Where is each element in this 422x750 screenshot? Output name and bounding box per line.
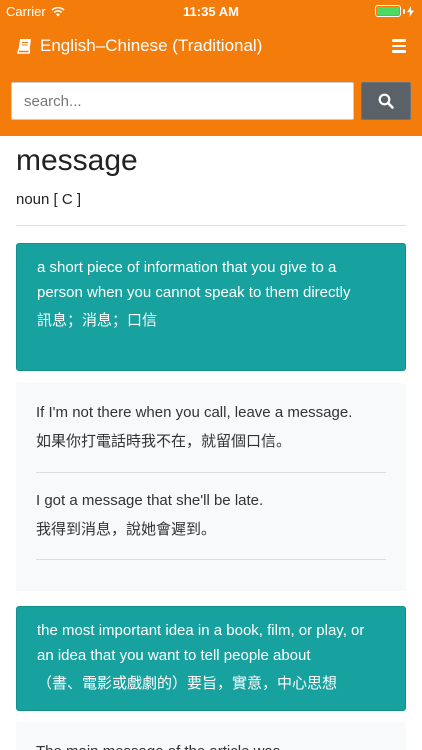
book-icon (17, 39, 31, 54)
example-chinese: 如果你打電話時我不在，就留個口信。 (36, 433, 292, 450)
search-icon (378, 93, 394, 109)
example-separator (36, 472, 386, 473)
definition-text: a short piece of information that you gi… (37, 259, 351, 301)
clock: 11:35 AM (183, 4, 239, 19)
definition-translation: 訊息；消息；口信 (37, 312, 158, 329)
battery-icon (375, 5, 414, 17)
example-english: The main message of the article was... (36, 742, 386, 750)
examples-block: If I'm not there when you call, leave a … (16, 383, 406, 591)
definition-box: a short piece of information that you gi… (16, 243, 406, 371)
charging-bolt-icon (407, 5, 414, 17)
definition-text: the most important idea in a book, film,… (37, 622, 365, 664)
example-english: I got a message that she'll be late. (36, 492, 264, 509)
headword: message (16, 144, 138, 177)
app-brand[interactable]: English–Chinese (Traditional) (16, 36, 262, 56)
example-separator (36, 559, 386, 560)
definition-translation: （書、電影或戲劇的）要旨，實意，中心思想 (37, 675, 338, 692)
navbar: English–Chinese (Traditional) (0, 24, 422, 70)
example: The main message of the article was... (36, 742, 386, 750)
part-of-speech: noun [ C ] (16, 191, 82, 208)
search-button[interactable] (361, 82, 411, 120)
example: If I'm not there when you call, leave a … (36, 403, 386, 452)
divider (16, 225, 406, 226)
menu-button[interactable] (392, 39, 406, 53)
status-bar: Carrier 11:35 AM (0, 0, 422, 24)
search-bar (0, 70, 422, 136)
definition-box: the most important idea in a book, film,… (16, 606, 406, 711)
example-chinese: 我得到消息，說她會遲到。 (36, 521, 217, 538)
examples-block: The main message of the article was... (16, 722, 406, 750)
app-title: English–Chinese (Traditional) (40, 36, 263, 55)
example-english: If I'm not there when you call, leave a … (36, 404, 353, 421)
search-input[interactable] (11, 82, 354, 120)
example: I got a message that she'll be late. 我得到… (36, 491, 386, 540)
